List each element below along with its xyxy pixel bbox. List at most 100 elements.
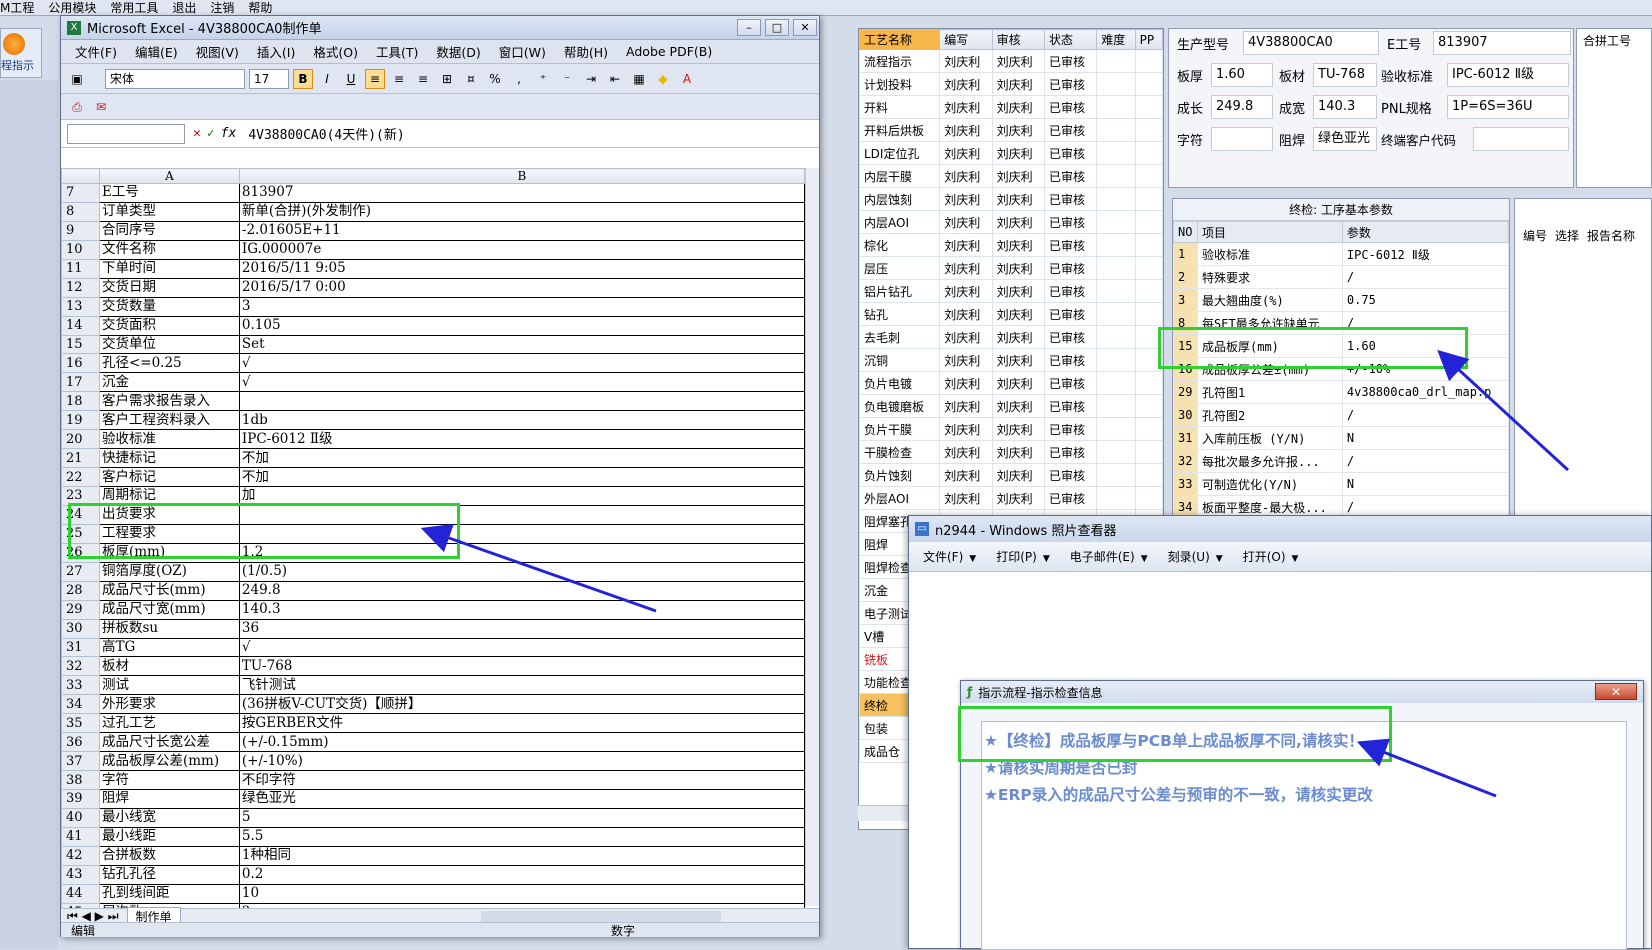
excel-menu-item[interactable]: 数据(D) (436, 42, 480, 61)
cell-value[interactable]: 10 (238, 883, 805, 904)
excel-menu-item[interactable]: Adobe PDF(B) (626, 44, 712, 59)
table-row[interactable]: 钻孔 刘庆利 刘庆利 已审核 (858, 302, 1164, 326)
row-header[interactable]: 44 (61, 883, 100, 904)
row-header[interactable]: 30 (61, 618, 100, 639)
cell-value[interactable]: 813907 (238, 183, 805, 203)
app-menu-item[interactable]: 帮助 (248, 0, 272, 15)
cell-label[interactable]: 外形要求 (98, 694, 240, 715)
params-col-header[interactable]: NO (1173, 221, 1198, 243)
report-col-header[interactable]: 报告名称 (1587, 227, 1635, 244)
excel-menu-item[interactable]: 格式(O) (313, 42, 358, 61)
report-col-header[interactable]: 选择 (1555, 227, 1579, 244)
report-col-header[interactable]: 编号 (1523, 227, 1547, 244)
cell-value[interactable]: 加 (238, 486, 805, 506)
row-header[interactable]: 14 (61, 315, 100, 336)
cust-code-field[interactable] (1473, 127, 1569, 151)
cell-value[interactable] (238, 523, 805, 544)
row-header[interactable]: 24 (61, 504, 100, 525)
table-row[interactable]: 外层AOI 刘庆利 刘庆利 已审核 (858, 486, 1164, 510)
table-row[interactable]: 29 孔符图1 4v38800ca0_drl_map.p (1173, 380, 1509, 404)
prod-model-field[interactable]: 4V38800CA0 (1243, 31, 1379, 55)
row-header[interactable]: 43 (61, 864, 100, 885)
row-header[interactable]: 26 (61, 542, 100, 563)
percent-icon[interactable]: % (485, 69, 505, 89)
table-row[interactable]: 3 最大翘曲度(%) 0.75 (1173, 288, 1509, 312)
dialog-close-button[interactable]: ✕ (1595, 683, 1637, 700)
dialog-message-area[interactable]: ★【终检】成品板厚与PCB单上成品板厚不同,请核实！ ★请核实周期是否已封 ★E… (981, 721, 1627, 950)
font-color-icon[interactable]: A (677, 69, 697, 89)
cell-value[interactable]: 绿色亚光 (238, 789, 805, 809)
table-row[interactable]: 层压 刘庆利 刘庆利 已审核 (858, 256, 1164, 280)
align-right-icon[interactable]: ≡ (413, 69, 433, 89)
cell-value[interactable]: 2016/5/17 0:00 (238, 277, 805, 298)
row-header[interactable]: 16 (61, 353, 100, 374)
cell-value[interactable]: 按GERBER文件 (238, 713, 805, 734)
row-header[interactable]: 10 (61, 239, 100, 260)
row-header[interactable]: 29 (61, 599, 100, 620)
table-row[interactable]: 16 成品板厚公差±(mm) +/-10% (1173, 357, 1509, 381)
mask-field[interactable]: 绿色亚光 (1313, 127, 1377, 151)
process-col-header[interactable]: 工艺名称 (858, 29, 941, 50)
cell-label[interactable]: 过孔工艺 (98, 713, 240, 734)
table-row[interactable]: 干膜检查 刘庆利 刘庆利 已审核 (858, 440, 1164, 464)
cell-label[interactable]: 下单时间 (98, 258, 240, 279)
table-row[interactable]: 32 每批次最多允许报... / (1173, 449, 1509, 473)
font-size-select[interactable]: 17 (249, 68, 289, 89)
excel-menu-item[interactable]: 插入(I) (257, 42, 295, 61)
char-field[interactable] (1211, 127, 1273, 151)
cell-label[interactable]: 出货要求 (98, 504, 240, 525)
excel-menu-item[interactable]: 文件(F) (75, 42, 117, 61)
material-field[interactable]: TU-768 (1313, 63, 1377, 87)
formula-input[interactable]: 4V38800CA0(4天件)(新) (248, 124, 404, 143)
table-row[interactable]: 内层干膜 刘庆利 刘庆利 已审核 (858, 164, 1164, 188)
row-header[interactable]: 41 (61, 826, 100, 847)
cell-label[interactable]: 字符 (98, 770, 240, 790)
row-header[interactable]: 31 (61, 637, 100, 658)
underline-icon[interactable]: U (341, 69, 361, 89)
table-row[interactable]: 1 验收标准 IPC-6012 Ⅱ级 (1173, 242, 1509, 266)
process-col-header[interactable]: 状态 (1043, 29, 1098, 50)
viewer-menu-item[interactable]: 文件(F) ▼ (923, 548, 976, 565)
cell-label[interactable]: 客户需求报告录入 (98, 391, 240, 412)
font-select[interactable]: 宋体 (105, 68, 245, 89)
fill-color-icon[interactable]: ◆ (653, 69, 673, 89)
align-left-icon[interactable]: ≡ (365, 68, 385, 89)
viewer-menu-item[interactable]: 电子邮件(E) ▼ (1070, 548, 1148, 565)
cell-label[interactable]: E工号 (98, 183, 240, 203)
table-row[interactable]: 铝片钻孔 刘庆利 刘庆利 已审核 (858, 279, 1164, 303)
row-header[interactable]: 13 (61, 296, 100, 317)
row-header[interactable]: 35 (61, 713, 100, 734)
row-header[interactable]: 42 (61, 845, 100, 866)
row-header[interactable]: 36 (61, 732, 100, 753)
corner-cell[interactable] (61, 168, 100, 184)
viewer-titlebar[interactable]: ▭ n2944 - Windows 照片查看器 (909, 516, 1651, 542)
cell-value[interactable] (238, 504, 805, 525)
row-header[interactable]: 33 (61, 675, 100, 696)
table-row[interactable]: 负片干膜 刘庆利 刘庆利 已审核 (858, 417, 1164, 441)
row-header[interactable]: 19 (61, 410, 100, 431)
row-header[interactable]: 15 (61, 334, 100, 355)
save-icon[interactable]: ▣ (67, 69, 87, 89)
cell-label[interactable]: 成品尺寸长宽公差 (98, 732, 240, 753)
table-row[interactable]: 去毛刺 刘庆利 刘庆利 已审核 (858, 325, 1164, 349)
cell-value[interactable]: √ (238, 353, 805, 374)
row-header[interactable]: 40 (61, 807, 100, 828)
thickness-field[interactable]: 1.60 (1211, 63, 1273, 87)
table-row[interactable]: 负片电镀 刘庆利 刘庆利 已审核 (858, 371, 1164, 395)
viewer-menu-item[interactable]: 打开(O) ▼ (1243, 548, 1299, 565)
increase-decimal-icon[interactable]: ⁺ (533, 69, 553, 89)
align-center-icon[interactable]: ≡ (389, 69, 409, 89)
cell-value[interactable]: 不加 (238, 467, 805, 487)
cell-value[interactable]: 5.5 (238, 826, 805, 847)
column-header-a[interactable]: A (98, 168, 240, 184)
length-field[interactable]: 249.8 (1211, 95, 1273, 119)
cell-value[interactable]: 36 (238, 618, 805, 639)
cell-label[interactable]: 最小线距 (98, 826, 240, 847)
table-row[interactable]: 负电镀磨板 刘庆利 刘庆利 已审核 (858, 394, 1164, 418)
row-header[interactable]: 25 (61, 523, 100, 544)
viewer-menu-item[interactable]: 打印(P) ▼ (996, 548, 1050, 565)
cell-value[interactable]: Set (238, 334, 805, 355)
excel-menu-item[interactable]: 工具(T) (376, 42, 418, 61)
row-header[interactable]: 39 (61, 789, 100, 809)
pdf-email-icon[interactable]: ✉ (91, 97, 111, 117)
